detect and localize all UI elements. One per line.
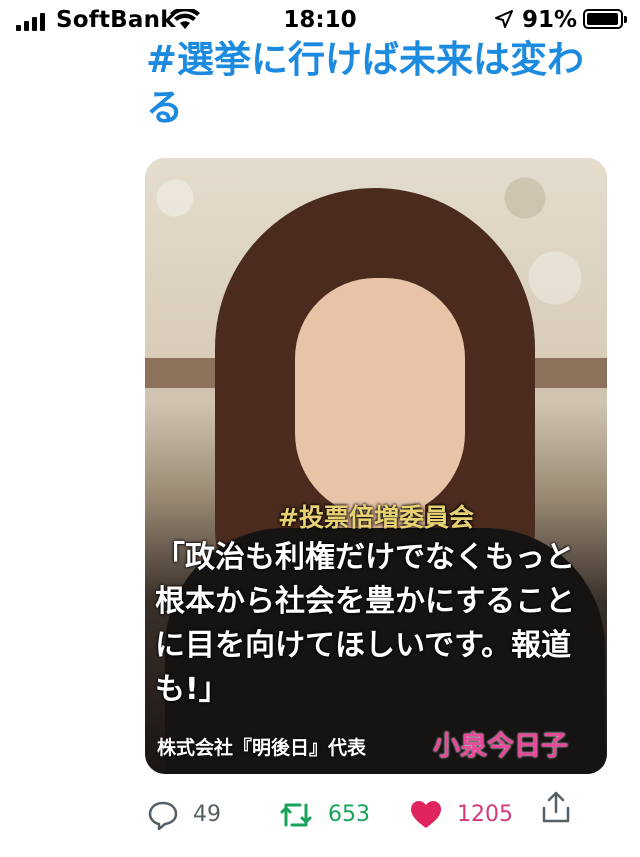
like-count: 1205 bbox=[457, 802, 513, 827]
heart-icon bbox=[411, 801, 441, 828]
battery-icon bbox=[583, 9, 623, 29]
image-company: 株式会社『明後日』代表 bbox=[157, 737, 367, 759]
reply-button[interactable]: 49 bbox=[147, 790, 221, 840]
reply-count: 49 bbox=[193, 802, 221, 827]
retweet-count: 653 bbox=[328, 802, 370, 827]
location-arrow-icon bbox=[495, 10, 513, 28]
image-quote: 「政治も利権だけでなくもっと根本から社会を豊かにすることに目を向けてほしいです。… bbox=[155, 540, 576, 707]
tweet-image[interactable]: #投票倍増委員会 「政治も利権だけでなくもっと根本から社会を豊かにすることに目を… bbox=[145, 158, 607, 774]
battery-percent: 91% bbox=[522, 7, 578, 33]
image-person-name: 小泉今日子 bbox=[433, 731, 568, 762]
battery-tip bbox=[624, 16, 627, 23]
reply-icon bbox=[148, 801, 178, 831]
retweet-icon bbox=[280, 803, 312, 827]
like-button[interactable]: 1205 bbox=[409, 790, 513, 840]
share-button[interactable] bbox=[541, 790, 571, 824]
image-hashtag: #投票倍増委員会 bbox=[278, 503, 474, 532]
retweet-button[interactable]: 653 bbox=[278, 790, 370, 840]
tweet-actions: 49 653 1205 bbox=[0, 790, 640, 840]
hashtag-link[interactable]: #選挙に行けば未来は変わる bbox=[146, 36, 606, 132]
share-icon bbox=[542, 791, 570, 823]
portrait-face bbox=[295, 278, 465, 518]
